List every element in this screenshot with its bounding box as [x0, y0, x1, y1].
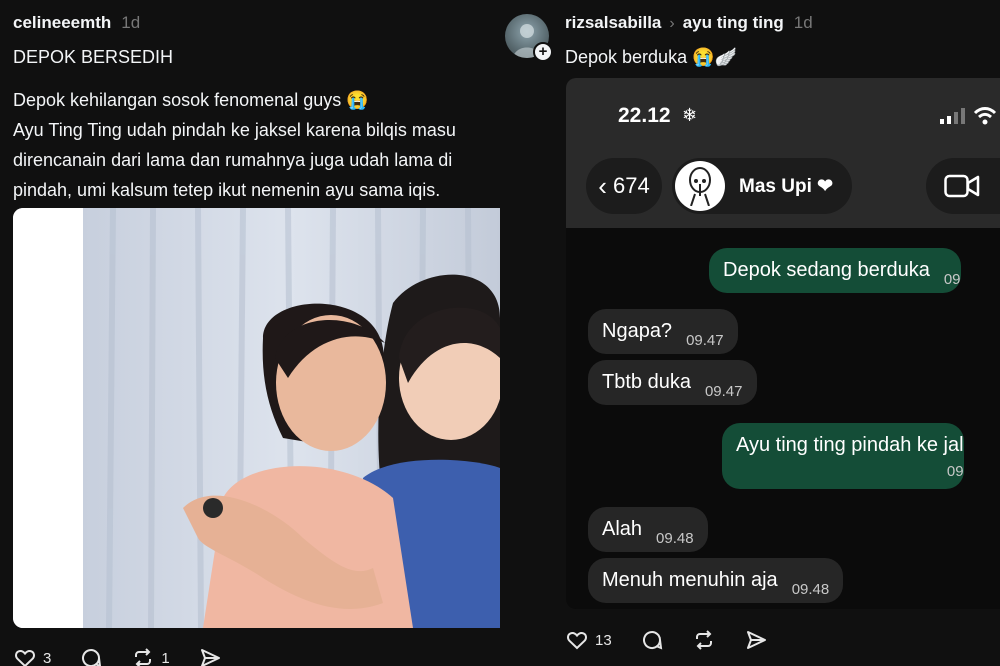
chat-message-in: Ngapa? 09.47	[588, 309, 738, 354]
like-count: 3	[43, 649, 52, 666]
video-icon	[944, 174, 980, 198]
chat-contact[interactable]: Mas Upi ❤	[672, 158, 852, 214]
repost-button[interactable]	[692, 628, 716, 652]
comment-icon	[642, 631, 662, 650]
post-title: DEPOK BERSEDIH	[13, 47, 174, 67]
wifi-icon	[973, 107, 997, 125]
post-body-line: direncanain dari lama dan rumahnya juga …	[13, 150, 453, 170]
reply-to-username[interactable]: ayu ting ting	[683, 13, 784, 33]
post-body-line: Depok kehilangan sosok fenomenal guys 😭	[13, 90, 369, 110]
share-icon	[746, 631, 766, 649]
repost-button[interactable]: 1	[131, 646, 170, 666]
contact-avatar	[675, 161, 725, 211]
chat-message-in: Alah 09.48	[588, 507, 708, 552]
chat-message-in: Menuh menuhin aja 09.48	[588, 558, 844, 603]
message-time: 09.48	[791, 581, 830, 598]
post-username[interactable]: rizsalsabilla	[565, 13, 661, 33]
thread-post-rizsalsabilla: + rizsalsabilla › ayu ting ting 1d Depok…	[505, 0, 1000, 666]
repost-count: 1	[161, 649, 170, 666]
like-count: 13	[595, 631, 612, 649]
post-timestamp[interactable]: 1d	[794, 13, 813, 33]
like-button[interactable]: 3	[13, 646, 51, 666]
like-button[interactable]: 13	[565, 628, 612, 652]
comment-button[interactable]	[640, 628, 664, 652]
post-actions: 3 1	[13, 646, 250, 666]
post-actions: 13	[565, 628, 796, 652]
comment-icon	[82, 649, 102, 666]
thread-post-celineeemth: celineeemth 1d DEPOK BERSEDIH Depok kehi…	[0, 0, 510, 666]
post-timestamp[interactable]: 1d	[121, 13, 140, 33]
chevron-right-icon: ›	[669, 15, 675, 32]
repost-icon	[695, 630, 712, 650]
chat-screenshot[interactable]: 22.12 ❄ ‹ 674 Mas Upi ❤ Depok sedang ber…	[566, 78, 1000, 609]
message-time: 09.48	[656, 530, 694, 547]
unread-count: 674	[612, 173, 650, 198]
heart-icon	[15, 650, 35, 666]
heart-icon	[567, 632, 587, 650]
squidward-avatar-icon	[689, 167, 711, 206]
post-header: rizsalsabilla › ayu ting ting 1d	[565, 13, 813, 33]
message-time: 09	[943, 271, 961, 288]
chevron-left-icon: ‹	[598, 170, 607, 201]
contact-name: Mas Upi ❤	[739, 175, 834, 197]
message-time: 09.47	[686, 332, 724, 349]
share-icon	[200, 649, 220, 666]
repost-icon	[135, 648, 152, 666]
share-button[interactable]	[744, 628, 768, 652]
chat-back-button[interactable]: ‹ 674	[586, 158, 662, 214]
snowflake-icon: ❄	[682, 105, 698, 125]
message-text: Depok sedang berduka	[723, 259, 930, 281]
chat-message-in: Tbtb duka 09.47	[588, 360, 757, 405]
post-body: Depok kehilangan sosok fenomenal guys 😭 …	[13, 85, 510, 205]
signal-icon	[940, 108, 965, 124]
message-time: 09	[946, 463, 964, 480]
post-body-line: pindah, umi kalsum tetep ikut nemenin ay…	[13, 180, 441, 200]
message-text: Ngapa?	[602, 320, 673, 342]
chat-message-out: Depok sedang berduka 09	[709, 248, 961, 293]
comment-button[interactable]	[79, 646, 103, 666]
post-header: celineeemth 1d	[13, 13, 140, 33]
post-body-line: Ayu Ting Ting udah pindah ke jaksel kare…	[13, 120, 456, 140]
post-caption: Depok berduka 😭🪽	[565, 47, 737, 67]
photo-illustration	[13, 208, 500, 628]
message-text: Ayu ting ting pindah ke jal	[736, 434, 964, 456]
video-call-button[interactable]	[926, 158, 1000, 214]
message-text: Menuh menuhin aja	[602, 569, 778, 591]
chat-message-out: Ayu ting ting pindah ke jal 09	[722, 423, 964, 489]
message-time: 09.47	[704, 383, 743, 400]
message-text: Tbtb duka	[602, 371, 691, 393]
message-text: Alah	[602, 518, 643, 540]
status-clock: 22.12	[618, 104, 671, 127]
post-username[interactable]: celineeemth	[13, 13, 111, 33]
share-button[interactable]	[198, 646, 222, 666]
post-photo[interactable]	[13, 208, 500, 628]
follow-plus-button[interactable]: +	[533, 42, 553, 62]
